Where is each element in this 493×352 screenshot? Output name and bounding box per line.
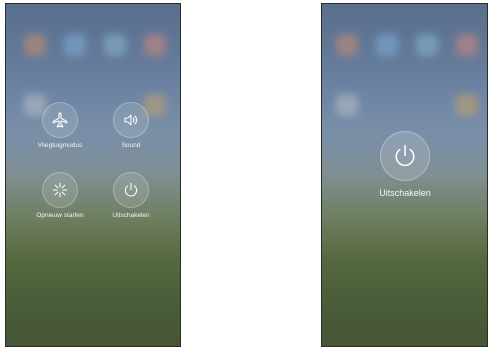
airplane-icon — [42, 102, 78, 138]
blurred-app-icon — [456, 34, 478, 56]
speaker-icon — [113, 102, 149, 138]
blurred-app-icon — [336, 94, 358, 116]
power-off-confirm-screen: Uitschakelen — [321, 3, 488, 347]
restart-button[interactable]: Opnieuw starten — [20, 172, 100, 219]
airplane-mode-label: Vliegtuigmodus — [37, 142, 83, 149]
blurred-app-icon — [104, 34, 126, 56]
power-off-button[interactable]: Uitschakelen — [91, 172, 171, 219]
sound-button[interactable]: Sound — [91, 102, 171, 149]
airplane-mode-button[interactable]: Vliegtuigmodus — [20, 102, 100, 149]
restart-label: Opnieuw starten — [36, 212, 84, 219]
power-icon — [380, 131, 430, 181]
power-icon — [113, 172, 149, 208]
blurred-app-icon — [456, 94, 478, 116]
blurred-app-icon — [336, 34, 358, 56]
blurred-app-icon — [416, 34, 438, 56]
blurred-app-icon — [144, 34, 166, 56]
blurred-app-icon — [24, 34, 46, 56]
power-off-confirm-label: Uitschakelen — [379, 188, 431, 198]
blurred-app-icon — [64, 34, 86, 56]
blurred-app-icon — [376, 34, 398, 56]
power-menu-screen: Vliegtuigmodus Sound Opnieuw starten Uit… — [5, 3, 181, 347]
restart-icon — [42, 172, 78, 208]
power-off-confirm-button[interactable]: Uitschakelen — [345, 131, 465, 198]
power-off-label: Uitschakelen — [112, 212, 150, 219]
sound-label: Sound — [121, 142, 141, 149]
